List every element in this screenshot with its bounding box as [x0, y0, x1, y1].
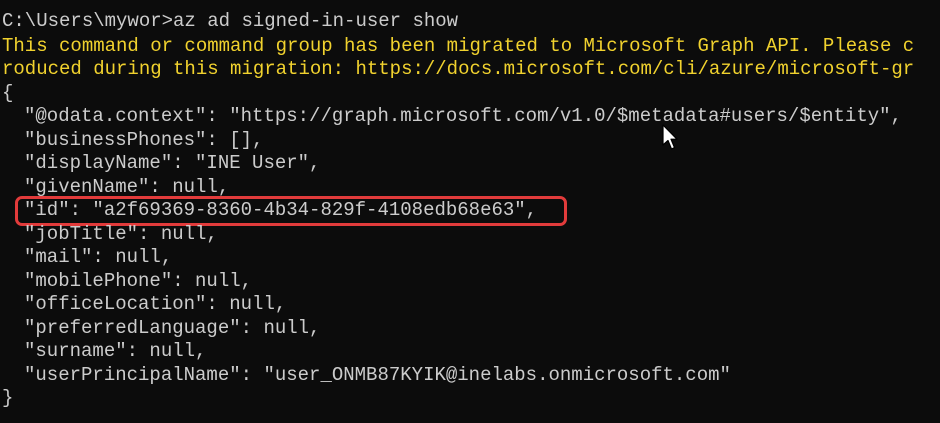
json-line-display-name: "displayName": "INE User", — [24, 152, 321, 174]
mouse-pointer-icon — [662, 124, 678, 150]
command-prompt-line: C:\Users\mywor>az ad signed-in-user show — [2, 10, 459, 32]
json-line-id: "id": "a2f69369-8360-4b34-829f-4108edb68… — [24, 199, 538, 221]
json-close-brace: } — [2, 387, 14, 409]
json-line-odata-context: "@odata.context": "https://graph.microso… — [24, 105, 902, 127]
json-line-surname: "surname": null, — [24, 340, 207, 362]
migration-warning-line-1: This command or command group has been m… — [2, 35, 915, 57]
json-line-mobile-phone: "mobilePhone": null, — [24, 270, 253, 292]
json-line-user-principal-name: "userPrincipalName": "user_ONMB87KYIK@in… — [24, 364, 731, 386]
json-line-mail: "mail": null, — [24, 246, 173, 268]
terminal-window[interactable]: C:\Users\mywor>az ad signed-in-user show… — [0, 0, 940, 423]
json-line-office-location: "officeLocation": null, — [24, 293, 287, 315]
json-open-brace: { — [2, 82, 14, 104]
json-line-job-title: "jobTitle": null, — [24, 223, 218, 245]
json-line-business-phones: "businessPhones": [], — [24, 129, 264, 151]
json-line-preferred-language: "preferredLanguage": null, — [24, 317, 321, 339]
migration-warning-line-2: roduced during this migration: https://d… — [2, 58, 915, 80]
